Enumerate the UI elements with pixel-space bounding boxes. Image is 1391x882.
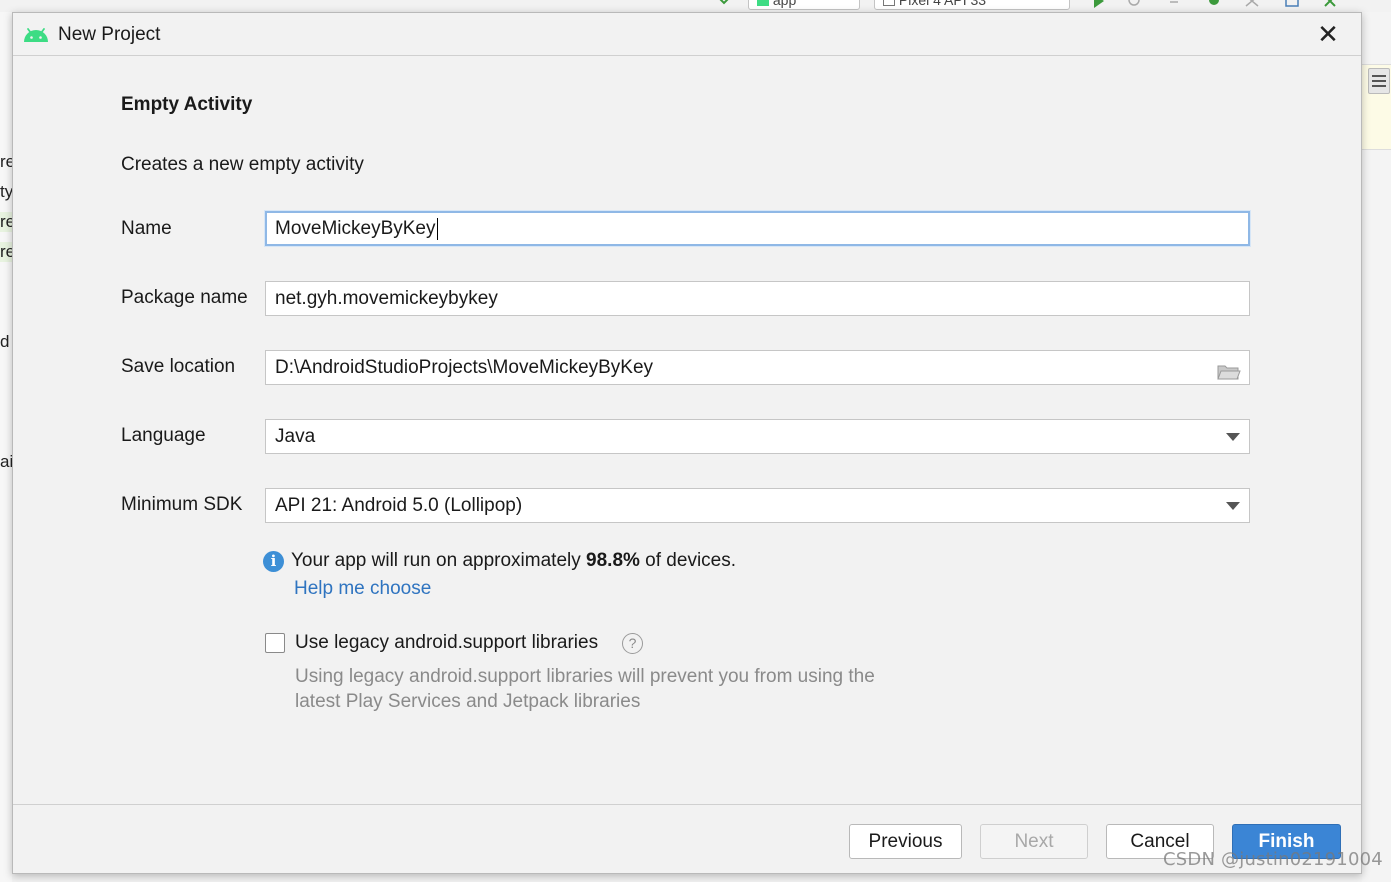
run-config-dropdown[interactable]: app [748, 0, 860, 10]
save-location-value: D:\AndroidStudioProjects\MoveMickeyByKey [275, 357, 654, 378]
csdn-watermark: CSDN @justin02191004 [1163, 849, 1383, 870]
new-project-dialog: New Project ✕ Empty Activity Creates a n… [12, 12, 1362, 874]
help-me-choose-link[interactable]: Help me choose [294, 578, 431, 600]
minimum-sdk-value: API 21: Android 5.0 (Lollipop) [275, 495, 523, 516]
previous-button[interactable]: Previous [849, 824, 962, 859]
close-icon[interactable]: ✕ [1313, 20, 1343, 50]
ide-toolbar: app Pixel 4 API 33 [0, 0, 1391, 12]
legacy-support-description: Using legacy android.support libraries w… [295, 666, 875, 712]
dialog-title: New Project [58, 24, 161, 45]
ide-right-gutter [1362, 12, 1391, 882]
device-coverage-text: Your app will run on approximately 98.8%… [291, 550, 736, 572]
info-icon: i [263, 551, 284, 572]
panel-text-fragment: ai [0, 452, 12, 471]
android-logo-icon [23, 26, 49, 43]
browse-folder-icon[interactable] [1217, 359, 1241, 380]
chevron-down-icon [1226, 433, 1240, 441]
package-name-label: Package name [121, 287, 248, 308]
profile-icon[interactable] [1244, 0, 1260, 8]
next-button[interactable]: Next [980, 824, 1088, 859]
save-location-input[interactable]: D:\AndroidStudioProjects\MoveMickeyByKey [265, 350, 1250, 385]
device-dropdown[interactable]: Pixel 4 API 33 [874, 0, 1070, 10]
debug-icon[interactable] [1206, 0, 1222, 8]
language-value: Java [275, 426, 316, 447]
panel-text-fragment: ty [0, 182, 12, 201]
ide-project-panel: re ty re re d ai [0, 12, 12, 882]
language-label: Language [121, 425, 206, 446]
minimum-sdk-label: Minimum SDK [121, 494, 243, 515]
name-label: Name [121, 218, 172, 239]
apply-code-changes-icon[interactable] [1168, 0, 1184, 8]
structure-menu-icon[interactable] [1368, 68, 1390, 94]
panel-text-fragment: re [0, 152, 12, 171]
panel-text-fragment: re [0, 212, 12, 232]
minimum-sdk-select[interactable]: API 21: Android 5.0 (Lollipop) [265, 488, 1250, 523]
device-label: Pixel 4 API 33 [898, 0, 987, 8]
package-name-value: net.gyh.movemickeybykey [275, 288, 498, 309]
help-question-icon[interactable]: ? [622, 633, 643, 654]
coverage-percent: 98.8% [586, 550, 640, 571]
name-input[interactable]: MoveMickeyByKey [265, 211, 1250, 246]
dialog-footer: Previous Next Cancel Finish [13, 804, 1361, 875]
panel-text-fragment: d [0, 332, 10, 351]
attach-debugger-icon[interactable] [1284, 0, 1300, 8]
coverage-suffix: of devices. [639, 550, 737, 571]
android-module-icon [757, 0, 769, 7]
package-name-input[interactable]: net.gyh.movemickeybykey [265, 281, 1250, 316]
template-heading: Empty Activity [121, 94, 253, 115]
template-description: Creates a new empty activity [121, 154, 364, 175]
legacy-support-checkbox[interactable] [265, 633, 285, 653]
name-input-value: MoveMickeyByKey [275, 218, 436, 239]
apply-changes-icon[interactable] [1126, 0, 1142, 8]
legacy-support-label[interactable]: Use legacy android.support libraries [295, 632, 598, 654]
panel-text-fragment: re [0, 242, 12, 262]
dialog-titlebar: New Project ✕ [13, 13, 1361, 56]
save-location-label: Save location [121, 356, 236, 377]
language-select[interactable]: Java [265, 419, 1250, 454]
chevron-down-icon [1226, 502, 1240, 510]
back-arrow-icon[interactable] [716, 0, 732, 8]
text-caret [436, 217, 438, 240]
run-icon[interactable] [1090, 0, 1106, 8]
coverage-prefix: Your app will run on approximately [291, 550, 587, 571]
stop-icon[interactable] [1322, 0, 1338, 8]
run-config-label: app [772, 0, 797, 8]
device-icon [883, 0, 895, 7]
